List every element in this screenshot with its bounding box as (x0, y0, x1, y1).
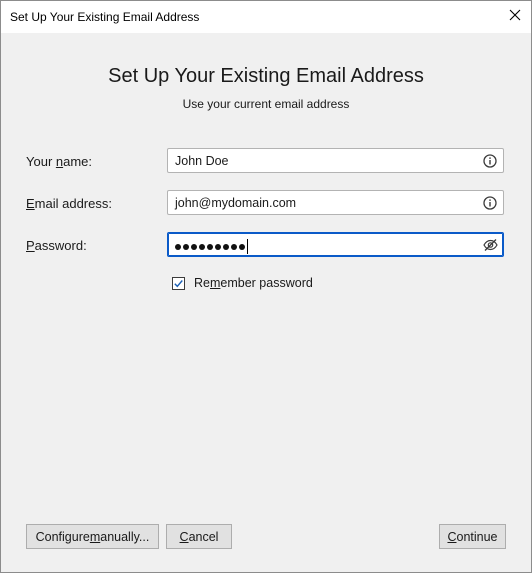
text-caret (247, 239, 248, 254)
page-subtitle: Use your current email address (182, 97, 350, 111)
info-icon[interactable] (483, 154, 497, 168)
email-field-value: john@mydomain.com (175, 196, 297, 210)
cancel-button[interactable]: Cancel (166, 524, 232, 549)
password-dot (223, 243, 229, 250)
remember-password-label: Remember password (194, 276, 313, 290)
configure-post: anually... (100, 529, 150, 544)
password-masked-value (175, 239, 248, 254)
name-label-pre: Your (26, 154, 56, 169)
cancel-post: ancel (188, 529, 219, 544)
password-dot (231, 243, 237, 250)
name-label: Your name: (26, 154, 92, 169)
close-icon (509, 8, 521, 26)
password-field[interactable] (167, 232, 504, 257)
configure-pre: Configure (35, 529, 90, 544)
password-label-post: assword: (34, 238, 87, 253)
password-dot (215, 243, 221, 250)
name-field[interactable]: John Doe (167, 148, 504, 173)
title-bar[interactable]: Set Up Your Existing Email Address (1, 1, 531, 33)
info-icon[interactable] (483, 196, 497, 210)
name-field-value: John Doe (175, 154, 229, 168)
checkmark-icon (174, 279, 183, 287)
configure-accel: m (89, 529, 101, 544)
password-label: Password: (26, 238, 87, 253)
remember-password-row[interactable]: Remember password (172, 276, 313, 290)
password-dot (175, 243, 181, 250)
configure-manually-button[interactable]: Configure m anually... (26, 524, 159, 549)
password-dot (191, 243, 197, 250)
remember-label-post: ember password (220, 276, 313, 290)
continue-accel: C (447, 529, 457, 544)
name-label-post: ame: (63, 154, 93, 169)
continue-post: ontinue (456, 529, 498, 544)
continue-button[interactable]: Continue (439, 524, 506, 549)
remember-label-accel: m (209, 276, 221, 290)
page-title: Set Up Your Existing Email Address (108, 65, 424, 87)
setup-email-dialog: Set Up Your Existing Email Address Set U… (0, 0, 532, 573)
password-dot (239, 243, 245, 250)
password-label-accel: P (26, 238, 35, 253)
remember-password-checkbox[interactable] (172, 276, 185, 290)
email-label: Email address: (26, 196, 112, 211)
window-title: Set Up Your Existing Email Address (10, 10, 200, 24)
password-dot (199, 243, 205, 250)
password-dot (183, 243, 189, 250)
cancel-accel: C (179, 529, 189, 544)
remember-label-pre: Re (194, 276, 210, 290)
password-dot (207, 243, 213, 250)
eye-slash-icon[interactable] (483, 238, 498, 252)
email-label-post: mail address: (34, 196, 112, 211)
close-button[interactable] (499, 1, 531, 33)
email-label-accel: E (26, 196, 35, 211)
email-field[interactable]: john@mydomain.com (167, 190, 504, 215)
